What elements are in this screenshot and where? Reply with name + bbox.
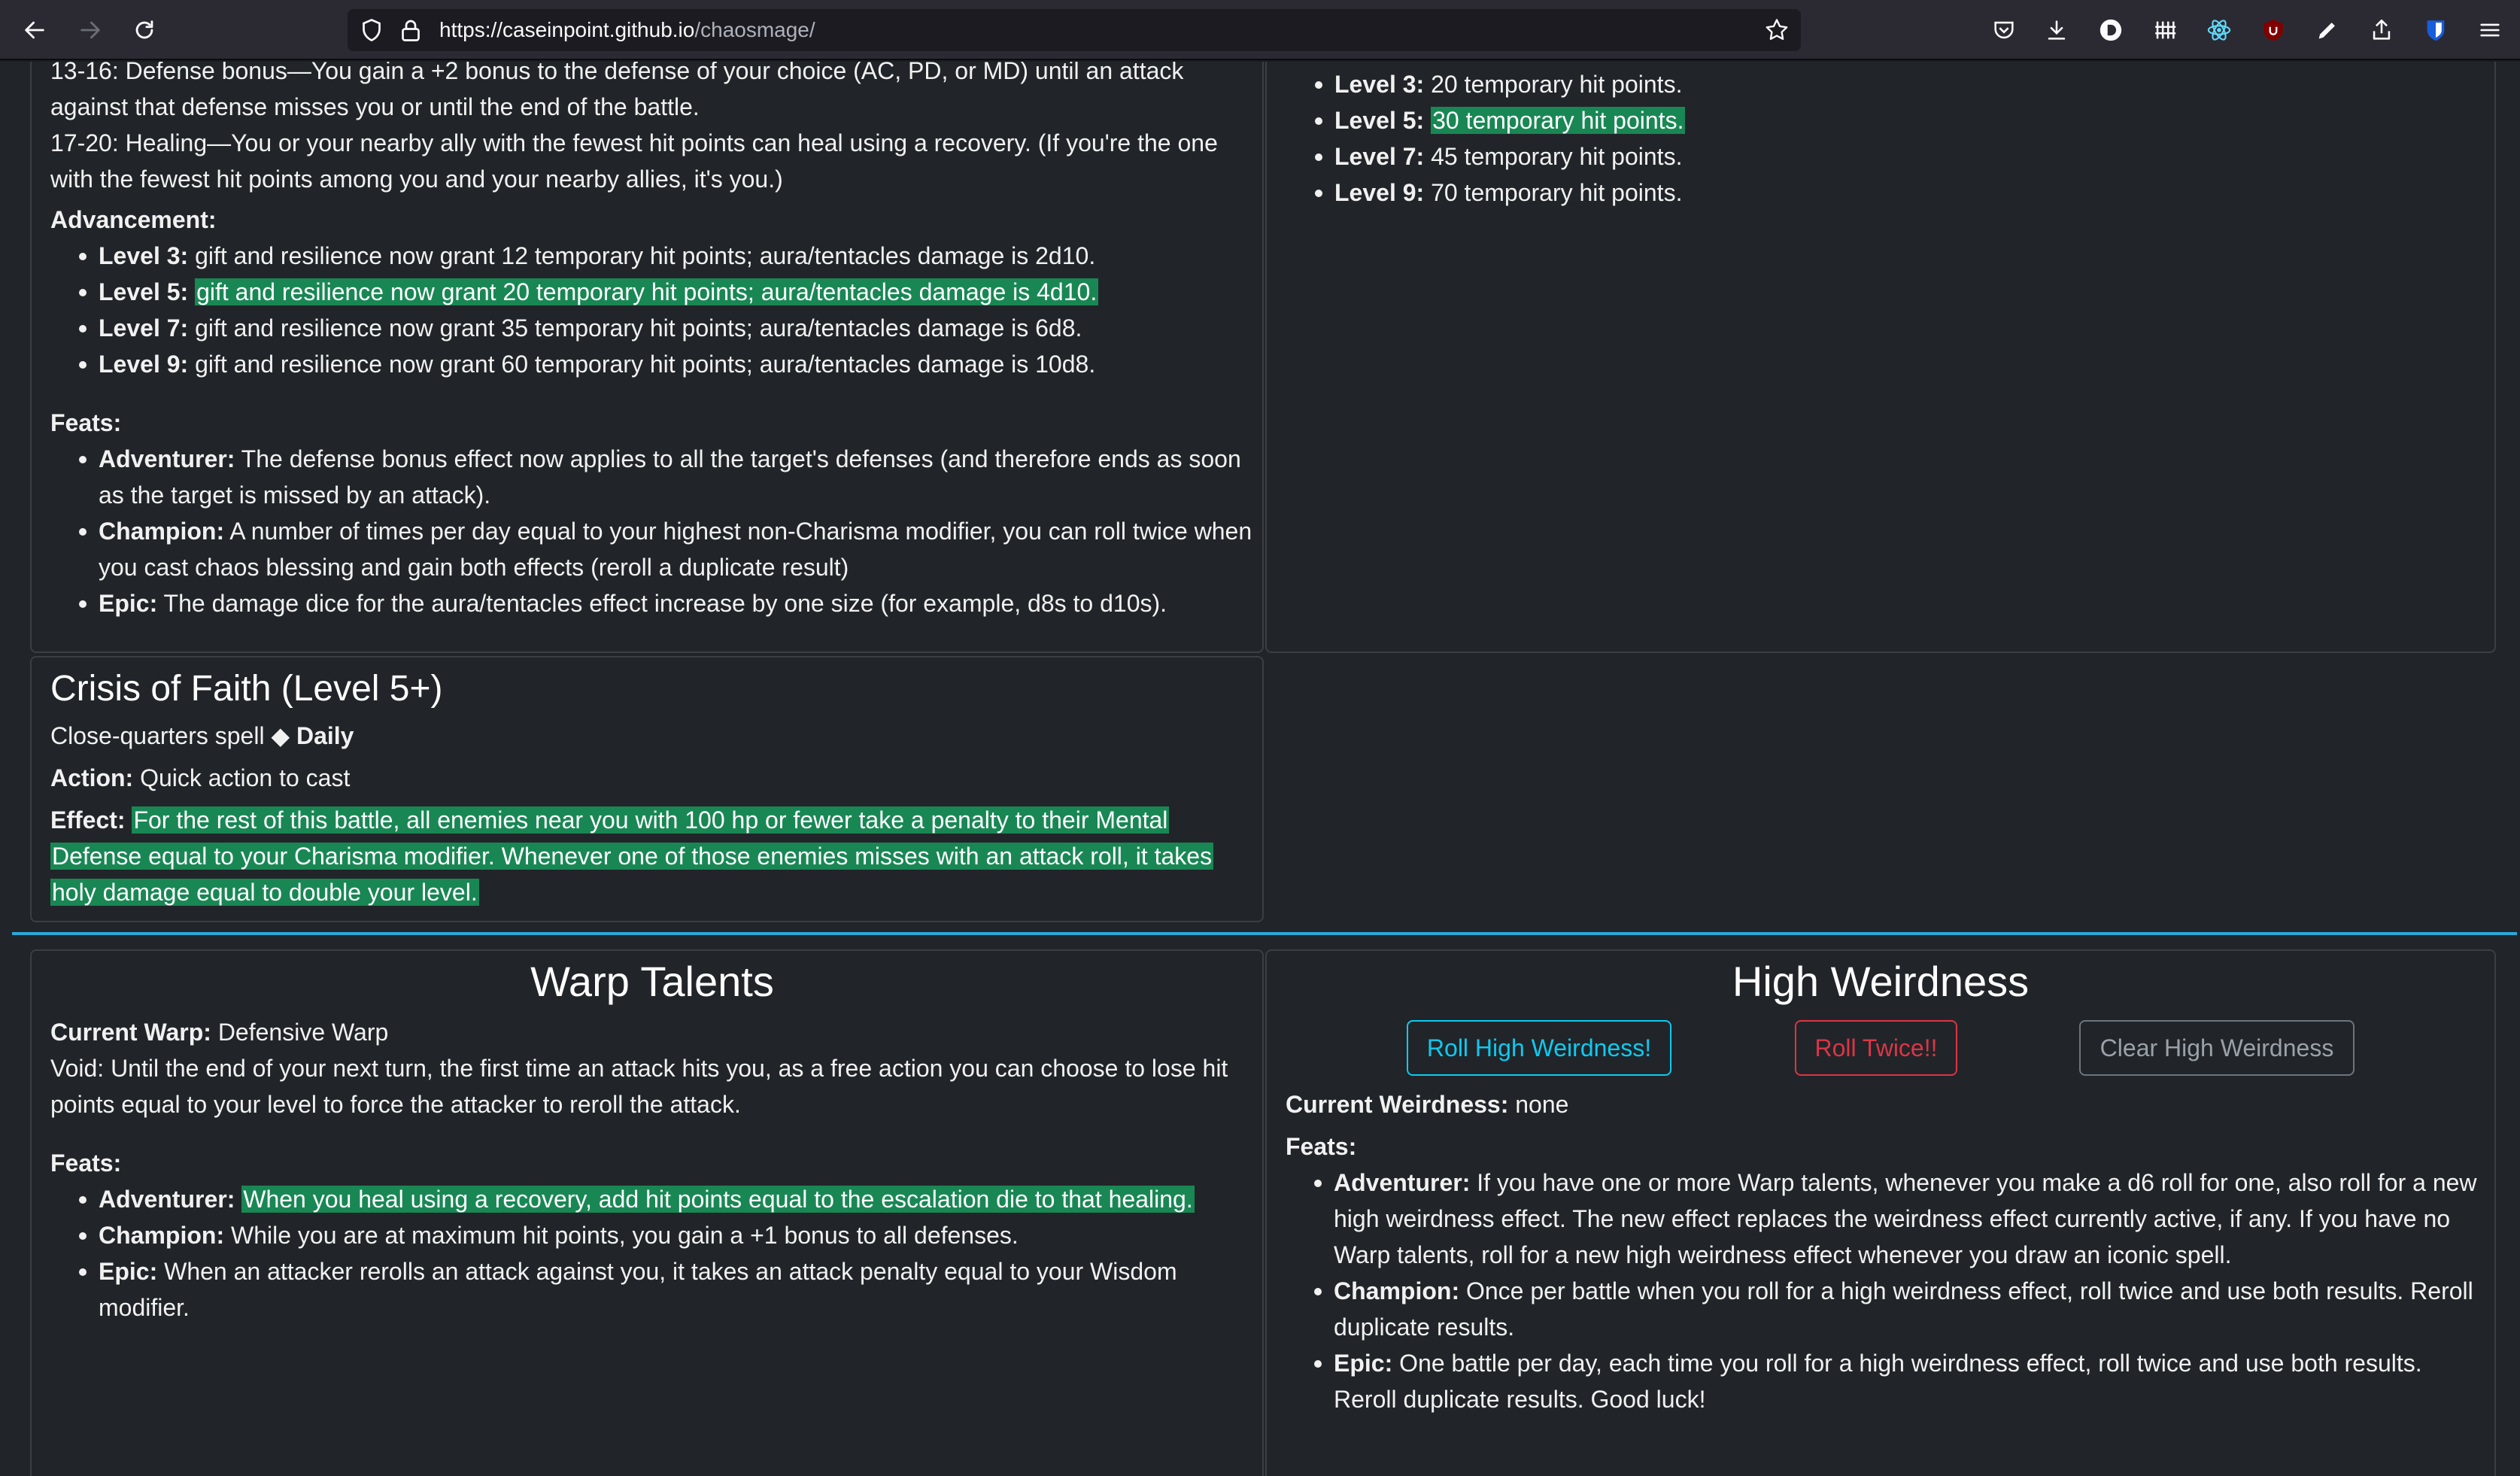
ublock-icon[interactable] [2257, 14, 2290, 47]
level-item: Level 5: 30 temporary hit points. [1286, 102, 2475, 138]
extension-bars-icon[interactable] [2148, 14, 2181, 47]
extension-d-icon[interactable] [2094, 14, 2127, 47]
roll-high-weirdness-button[interactable]: Roll High Weirdness! [1407, 1020, 1671, 1076]
feat-item: Epic: The damage dice for the aura/tenta… [50, 585, 1254, 621]
feat-item: Champion: A number of times per day equa… [50, 513, 1254, 585]
level-item: Level 9: 70 temporary hit points. [1286, 175, 2475, 211]
warp-talents-title: Warp Talents [530, 958, 774, 1005]
reload-icon[interactable] [125, 11, 164, 50]
weirdness-feats-label: Feats: [1286, 1133, 1357, 1160]
void-line: Void: Until the end of your next turn, t… [50, 1055, 1228, 1118]
warp-talents-card: Warp Talents Current Warp: Defensive War… [30, 949, 1264, 1476]
feat-item: Champion: While you are at maximum hit p… [50, 1217, 1254, 1253]
section-divider [12, 932, 2517, 935]
tracking-shield-icon[interactable] [358, 17, 385, 44]
chaos-blessing-card: 13-16: Defense bonus—You gain a +2 bonus… [30, 62, 1264, 653]
page-content: 13-16: Defense bonus—You gain a +2 bonus… [0, 62, 2520, 1476]
pencil-icon[interactable] [2311, 14, 2344, 47]
high-weirdness-card: High Weirdness Roll High Weirdness! Roll… [1265, 949, 2496, 1476]
spell-action-line: Action: Quick action to cast [50, 764, 351, 791]
feat-item: Adventurer: The defense bonus effect now… [50, 441, 1254, 513]
defense-bonus-line: 13-16: Defense bonus—You gain a +2 bonus… [50, 62, 1184, 120]
browser-toolbar: https://caseinpoint.github.io/chaosmage/ [0, 0, 2520, 60]
download-icon[interactable] [2040, 14, 2073, 47]
menu-icon[interactable] [2473, 14, 2506, 47]
feat-item: Epic: When an attacker rerolls an attack… [50, 1253, 1254, 1326]
warp-feats-label: Feats: [50, 1150, 122, 1177]
react-devtools-icon[interactable] [2203, 14, 2236, 47]
high-weirdness-title: High Weirdness [1732, 958, 2030, 1005]
level-item: Level 7: 45 temporary hit points. [1286, 138, 2475, 175]
crisis-of-faith-card: Crisis of Faith (Level 5+) Close-quarter… [30, 656, 1264, 922]
roll-twice-button[interactable]: Roll Twice!! [1795, 1020, 1957, 1076]
advancement-item: Level 5: gift and resilience now grant 2… [50, 274, 1254, 310]
share-icon[interactable] [2365, 14, 2398, 47]
feat-item: Champion: Once per battle when you roll … [1286, 1273, 2482, 1345]
advancement-label: Advancement: [50, 206, 217, 233]
pocket-icon[interactable] [1987, 14, 2021, 47]
advancement-item: Level 9: gift and resilience now grant 6… [50, 346, 1254, 382]
spell-effect-line: Effect: For the rest of this battle, all… [50, 806, 1214, 906]
advancement-item: Level 3: gift and resilience now grant 1… [50, 238, 1254, 274]
current-weirdness-line: Current Weirdness: none [1286, 1091, 1569, 1118]
feats-list: Adventurer: The defense bonus effect now… [50, 441, 1254, 621]
feat-item: Adventurer: If you have one or more Warp… [1286, 1165, 2482, 1273]
url-text[interactable]: https://caseinpoint.github.io/chaosmage/ [439, 9, 815, 51]
clear-high-weirdness-button[interactable]: Clear High Weirdness [2079, 1020, 2355, 1076]
feats-label: Feats: [50, 409, 122, 436]
forward-icon[interactable] [71, 11, 110, 50]
current-warp-line: Current Warp: Defensive Warp [50, 1019, 389, 1046]
url-bar[interactable]: https://caseinpoint.github.io/chaosmage/ [348, 9, 1801, 51]
bookmark-star-icon[interactable] [1763, 17, 1790, 44]
level-item: Level 3: 20 temporary hit points. [1286, 66, 2475, 102]
spell-type-line: Close-quarters spell ◆ Daily [50, 722, 354, 749]
advancement-item: Level 7: gift and resilience now grant 3… [50, 310, 1254, 346]
feat-item: Epic: One battle per day, each time you … [1286, 1345, 2482, 1417]
bitwarden-icon[interactable] [2419, 14, 2452, 47]
spell-title: Crisis of Faith (Level 5+) [50, 669, 443, 709]
healing-line: 17-20: Healing—You or your nearby ally w… [50, 129, 1218, 193]
temp-hp-levels: Level 3: 20 temporary hit points. Level … [1286, 66, 2475, 211]
temporary-hp-card: Level 3: 20 temporary hit points. Level … [1265, 62, 2496, 653]
advancement-list: Level 3: gift and resilience now grant 1… [50, 238, 1254, 382]
lock-icon[interactable] [397, 17, 424, 44]
back-icon[interactable] [15, 11, 54, 50]
warp-feats-list: Adventurer: When you heal using a recove… [50, 1181, 1254, 1326]
weirdness-feats-list: Adventurer: If you have one or more Warp… [1286, 1165, 2482, 1417]
feat-item: Adventurer: When you heal using a recove… [50, 1181, 1254, 1217]
